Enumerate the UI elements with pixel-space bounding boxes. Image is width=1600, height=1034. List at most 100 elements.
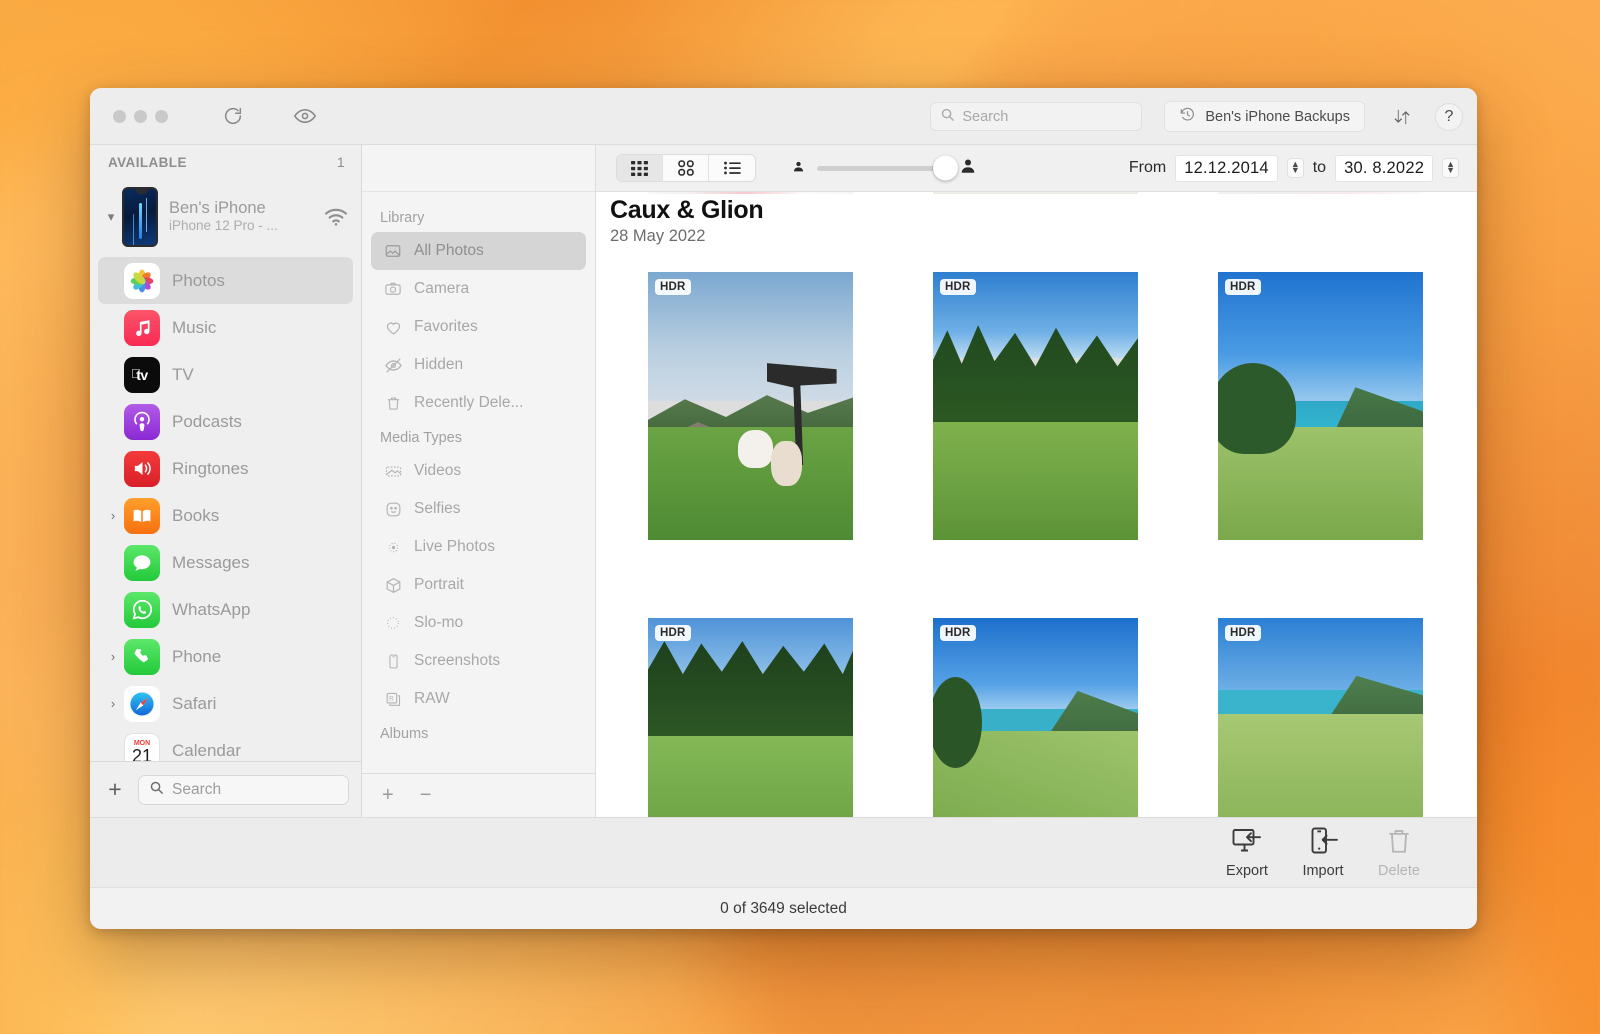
eye-icon[interactable] — [288, 101, 322, 131]
slider-track[interactable] — [817, 155, 958, 181]
sidebar-item-books[interactable]: › Books — [98, 492, 353, 539]
thumbnail-item[interactable]: HDR — [1218, 272, 1423, 540]
live-photo-icon — [380, 539, 406, 556]
person-large-icon — [959, 157, 977, 180]
library-scroll-area[interactable]: Library All Photos Camera Favorites Hidd… — [362, 192, 595, 773]
chevron-right-icon[interactable]: › — [102, 508, 124, 523]
chevron-right-icon[interactable]: › — [102, 649, 124, 664]
list-view-button[interactable] — [709, 155, 755, 181]
available-section-header: AVAILABLE 1 — [90, 145, 361, 179]
minimize-button[interactable] — [134, 109, 147, 123]
library-item-label: All Photos — [414, 242, 484, 259]
ringtones-app-icon — [124, 450, 160, 487]
thumbnail-item[interactable]: HDR — [933, 272, 1138, 540]
sidebar-item-safari[interactable]: › Safari — [98, 680, 353, 727]
media-item-videos[interactable]: Videos — [371, 452, 586, 490]
safari-app-icon — [124, 685, 160, 722]
sidebar-item-messages[interactable]: Messages — [98, 539, 353, 586]
help-button[interactable]: ? — [1435, 102, 1463, 131]
sidebar-scroll-area[interactable]: ▾ Ben's iPhone iPhone 12 Pro - ... Photo… — [90, 179, 361, 761]
delete-button[interactable]: Delete — [1361, 827, 1437, 879]
add-device-button[interactable]: + — [102, 778, 128, 801]
thumbnail-item[interactable]: HDR — [648, 272, 853, 540]
chevron-down-icon[interactable]: ▾ — [100, 209, 122, 225]
sidebar-item-label: WhatsApp — [172, 599, 251, 619]
thumbnail-item[interactable]: HDR — [933, 618, 1138, 817]
trash-icon — [380, 395, 406, 412]
chevron-right-icon[interactable]: › — [102, 696, 124, 711]
library-item-camera[interactable]: Camera — [371, 270, 586, 308]
tv-app-icon: tv  — [124, 356, 160, 393]
grid-large-view-button[interactable] — [663, 155, 709, 181]
messages-app-icon — [124, 544, 160, 581]
grid-dense-view-button[interactable] — [617, 155, 663, 181]
media-item-label: Live Photos — [414, 538, 495, 555]
photo-icon — [380, 242, 406, 260]
sidebar-item-podcasts[interactable]: Podcasts — [98, 398, 353, 445]
thumbnail-item[interactable] — [1218, 192, 1423, 194]
export-button[interactable]: Export — [1209, 827, 1285, 879]
add-album-button[interactable]: + — [382, 784, 394, 807]
thumbnail-item[interactable]: HDR — [648, 618, 853, 817]
device-row-bens-iphone[interactable]: ▾ Ben's iPhone iPhone 12 Pro - ... — [90, 181, 361, 257]
library-item-label: Favorites — [414, 318, 478, 335]
media-item-raw[interactable]: R RAW — [371, 680, 586, 718]
media-item-screenshots[interactable]: Screenshots — [371, 642, 586, 680]
sidebar-item-phone[interactable]: › Phone — [98, 633, 353, 680]
search-icon — [149, 780, 164, 800]
sidebar-item-photos[interactable]: Photos — [98, 257, 353, 304]
hdr-badge: HDR — [1225, 279, 1261, 295]
media-item-portrait[interactable]: Portrait — [371, 566, 586, 604]
thumbnail-item[interactable]: HDR — [1218, 618, 1423, 817]
svg-text:R: R — [389, 695, 394, 702]
media-item-slo-mo[interactable]: Slo-mo — [371, 604, 586, 642]
from-date-stepper[interactable]: ▲ ▼ — [1286, 158, 1304, 178]
device-text-block: Ben's iPhone iPhone 12 Pro - ... — [158, 199, 321, 235]
to-date-field[interactable]: 30. 8.2022 — [1335, 154, 1434, 182]
status-bar: 0 of 3649 selected — [90, 887, 1477, 929]
device-model: iPhone 12 Pro - ... — [169, 218, 278, 234]
backups-button[interactable]: Ben's iPhone Backups — [1164, 101, 1365, 132]
delete-button-label: Delete — [1378, 862, 1420, 879]
slider-knob[interactable] — [933, 155, 958, 181]
thumbnail-size-slider[interactable] — [792, 155, 977, 181]
sidebar-item-calendar[interactable]: MON 21 Calendar — [98, 727, 353, 761]
sidebar-item-tv[interactable]: tv  TV — [98, 351, 353, 398]
thumbnail-item[interactable] — [648, 192, 853, 194]
library-item-hidden[interactable]: Hidden — [371, 346, 586, 384]
refresh-icon[interactable] — [216, 101, 250, 131]
imazing-app-window: Search Ben's iPhone Backups ? AVAILABLE … — [90, 88, 1477, 929]
trash-icon — [1386, 827, 1412, 860]
from-date-field[interactable]: 12.12.2014 — [1175, 154, 1278, 182]
library-panel-spacer — [362, 145, 595, 192]
close-button[interactable] — [113, 109, 126, 123]
media-item-live-photos[interactable]: Live Photos — [371, 528, 586, 566]
library-item-favorites[interactable]: Favorites — [371, 308, 586, 346]
sidebar-item-label: Books — [172, 505, 220, 525]
to-label: to — [1312, 159, 1327, 176]
camera-icon — [380, 280, 406, 298]
photo-grid: HDR HDR HDR HDR HDR HDR — [648, 192, 1477, 817]
calendar-app-icon: MON 21 — [124, 732, 160, 761]
remove-album-button[interactable]: − — [420, 784, 432, 807]
hdr-badge: HDR — [655, 279, 691, 295]
sort-arrows-icon[interactable] — [1385, 102, 1419, 132]
sidebar-search-field[interactable]: Search — [138, 774, 349, 805]
media-item-selfies[interactable]: Selfies — [371, 490, 586, 528]
import-button[interactable]: Import — [1285, 827, 1361, 879]
phone-app-icon — [124, 638, 160, 675]
maximize-button[interactable] — [155, 109, 168, 123]
thumbnail-item[interactable] — [933, 192, 1138, 194]
window-traffic-lights[interactable] — [113, 109, 168, 123]
to-date-stepper[interactable]: ▲ ▼ — [1442, 158, 1459, 178]
library-item-recently-deleted[interactable]: Recently Dele... — [371, 384, 586, 422]
sidebar-item-ringtones[interactable]: Ringtones — [98, 445, 353, 492]
view-mode-segmented-control[interactable] — [616, 154, 756, 182]
photo-gallery[interactable]: HDR HDR HDR HDR HDR HDR Caux & Glion 28 … — [596, 192, 1477, 817]
sidebar-item-whatsapp[interactable]: WhatsApp — [98, 586, 353, 633]
library-item-all-photos[interactable]: All Photos — [371, 232, 586, 270]
backups-button-label: Ben's iPhone Backups — [1205, 108, 1350, 125]
global-search-field[interactable]: Search — [930, 102, 1143, 131]
export-to-computer-icon — [1232, 827, 1262, 860]
sidebar-item-music[interactable]: Music — [98, 304, 353, 351]
